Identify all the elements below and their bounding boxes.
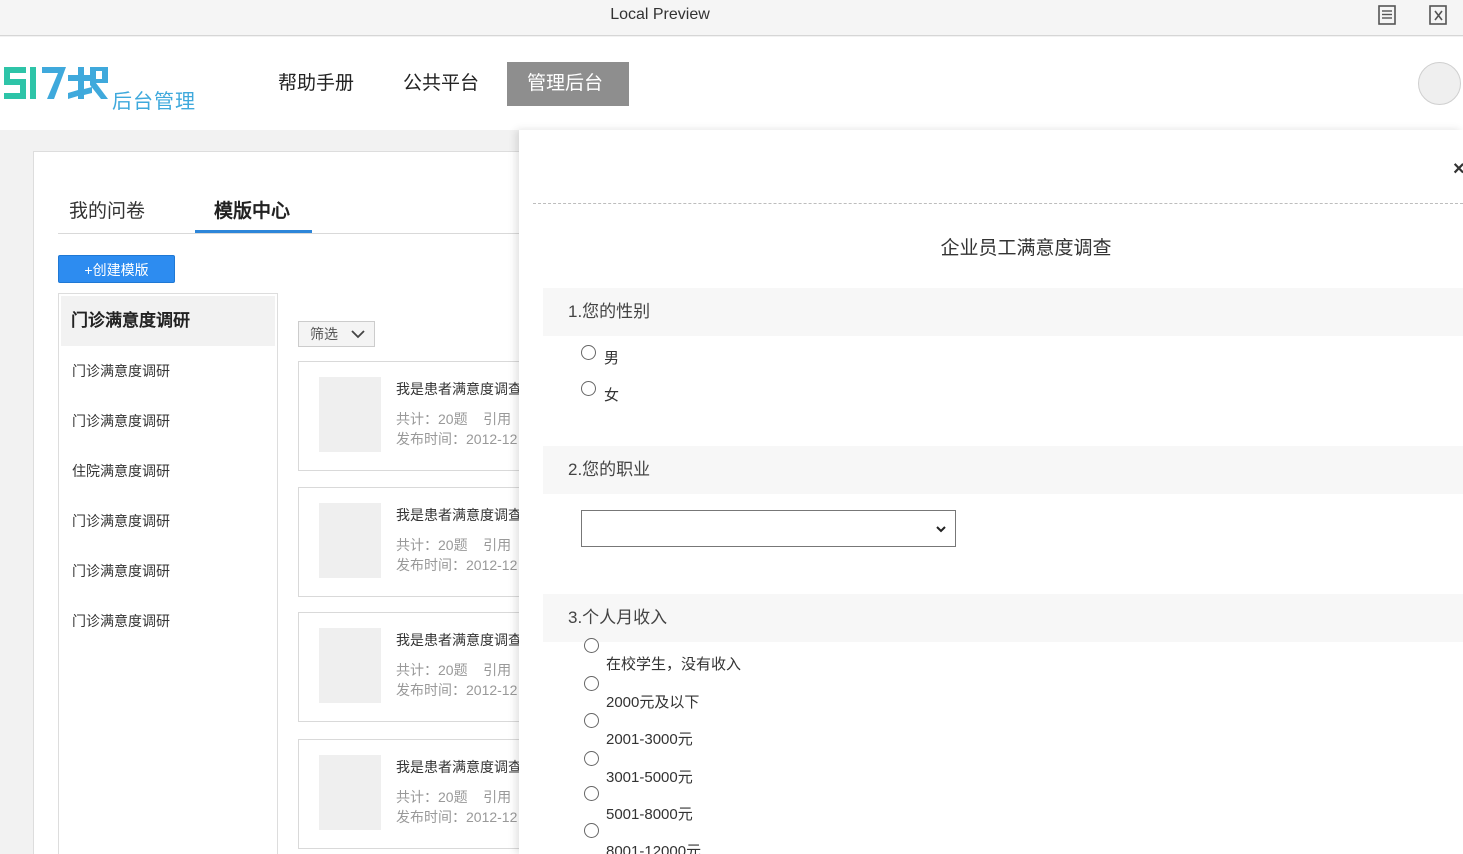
survey-title: 企业员工满意度调查 bbox=[940, 238, 1112, 259]
radio-income-option[interactable] bbox=[584, 786, 599, 801]
template-meta: 共计：20题 引用 发布时间：2012-12 bbox=[396, 411, 518, 447]
template-meta: 共计：20题 引用 发布时间：2012-12 bbox=[396, 537, 518, 573]
option-label: 女 bbox=[604, 387, 620, 404]
filter-dropdown[interactable]: 筛选 bbox=[298, 321, 375, 347]
option-label: 3001-5000元 bbox=[606, 769, 693, 786]
option-label: 5001-8000元 bbox=[606, 806, 693, 823]
logo-subtitle: 后台管理 bbox=[112, 91, 196, 113]
tab-my-surveys[interactable]: 我的问卷 bbox=[69, 196, 145, 223]
chevron-down-icon bbox=[351, 330, 365, 339]
template-thumbnail bbox=[319, 628, 381, 703]
nav-help-manual[interactable]: 帮助手册 bbox=[258, 62, 374, 106]
survey-preview-drawer: × 企业员工满意度调查 1.您的性别 男 女 2.您的职业 3.个人月收入 在校… bbox=[519, 130, 1463, 854]
sidebar-item[interactable]: 住院满意度调研 bbox=[72, 461, 170, 481]
question-title: 1.您的性别 bbox=[543, 288, 1463, 336]
radio-income-option[interactable] bbox=[584, 823, 599, 838]
template-name: 我是患者满意度调查 bbox=[396, 381, 522, 397]
divider bbox=[533, 203, 1463, 204]
template-thumbnail bbox=[319, 755, 381, 830]
question-title: 2.您的职业 bbox=[543, 446, 1463, 494]
template-name: 我是患者满意度调查 bbox=[396, 632, 522, 648]
template-meta: 共计：20题 引用 发布时间：2012-12 bbox=[396, 789, 518, 825]
window-title: Local Preview bbox=[610, 6, 710, 23]
occupation-select[interactable] bbox=[581, 510, 956, 547]
radio-income-option[interactable] bbox=[584, 638, 599, 653]
window-title-bar: Local Preview bbox=[0, 0, 1463, 36]
category-sidebar: 门诊满意度调研 门诊满意度调研 门诊满意度调研 住院满意度调研 门诊满意度调研 … bbox=[58, 293, 278, 854]
tab-template-center[interactable]: 模版中心 bbox=[214, 196, 290, 223]
nav-public-platform[interactable]: 公共平台 bbox=[383, 62, 499, 106]
close-icon[interactable]: × bbox=[1453, 158, 1463, 181]
sidebar-item[interactable]: 门诊满意度调研 bbox=[72, 611, 170, 631]
option-label: 2001-3000元 bbox=[606, 731, 693, 748]
template-thumbnail bbox=[319, 377, 381, 452]
sidebar-item[interactable]: 门诊满意度调研 bbox=[72, 561, 170, 581]
radio-income-option[interactable] bbox=[584, 676, 599, 691]
close-preview-icon[interactable] bbox=[1427, 4, 1449, 26]
sidebar-item[interactable]: 门诊满意度调研 bbox=[72, 511, 170, 531]
sidebar-item[interactable]: 门诊满意度调研 bbox=[72, 411, 170, 431]
brand-logo-icon bbox=[4, 67, 108, 99]
option-label: 男 bbox=[604, 350, 620, 367]
sidebar-header[interactable]: 门诊满意度调研 bbox=[61, 296, 275, 346]
option-label: 在校学生，没有收入 bbox=[606, 656, 742, 673]
tab-bar: 我的问卷 模版中心 bbox=[58, 192, 528, 234]
option-label: 8001-12000元 bbox=[606, 843, 702, 854]
radio-female[interactable] bbox=[581, 381, 596, 396]
reader-icon[interactable] bbox=[1376, 4, 1398, 26]
template-name: 我是患者满意度调查 bbox=[396, 507, 522, 523]
template-meta: 共计：20题 引用 发布时间：2012-12 bbox=[396, 662, 518, 698]
active-tab-indicator bbox=[195, 230, 312, 233]
question-title: 3.个人月收入 bbox=[543, 594, 1463, 642]
top-navigation: 后台管理 帮助手册 公共平台 管理后台 bbox=[0, 37, 1463, 130]
radio-male[interactable] bbox=[581, 345, 596, 360]
avatar[interactable] bbox=[1418, 62, 1461, 105]
template-name: 我是患者满意度调查 bbox=[396, 759, 522, 775]
filter-label: 筛选 bbox=[310, 326, 338, 342]
radio-income-option[interactable] bbox=[584, 713, 599, 728]
sidebar-item[interactable]: 门诊满意度调研 bbox=[72, 361, 170, 381]
radio-income-option[interactable] bbox=[584, 751, 599, 766]
option-label: 2000元及以下 bbox=[606, 694, 700, 711]
chevron-down-icon bbox=[936, 526, 946, 533]
template-thumbnail bbox=[319, 503, 381, 578]
template-center-card: 我的问卷 模版中心 +创建模版 门诊满意度调研 门诊满意度调研 门诊满意度调研 … bbox=[33, 151, 558, 854]
nav-admin-backend[interactable]: 管理后台 bbox=[507, 62, 629, 106]
create-template-button[interactable]: +创建模版 bbox=[58, 255, 175, 283]
